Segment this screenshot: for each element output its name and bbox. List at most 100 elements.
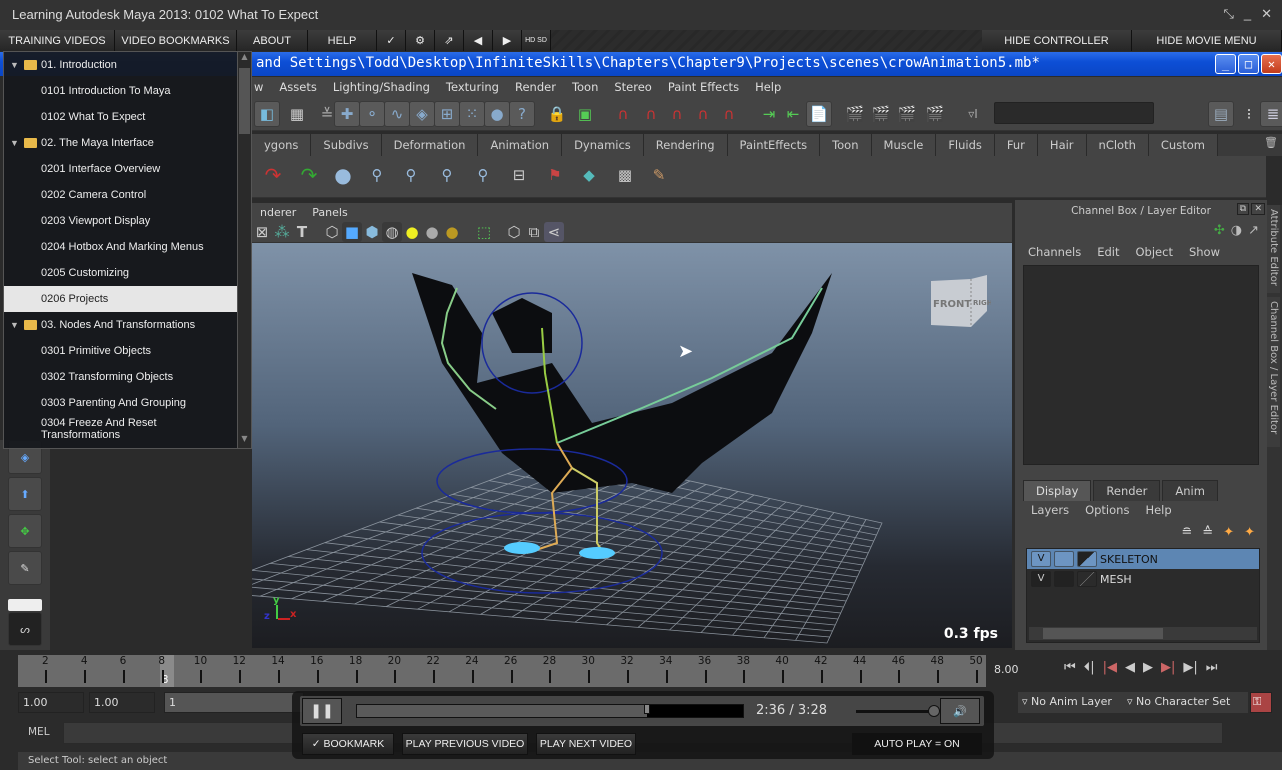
construction-history-icon[interactable]: 📄 bbox=[806, 101, 832, 127]
video-menu-item[interactable]: 0202 Camera Control bbox=[4, 182, 237, 208]
restore-icon[interactable]: ⤡ bbox=[1223, 6, 1233, 22]
select-handles-icon[interactable]: ✚ bbox=[334, 101, 360, 127]
menu-lighting-shading[interactable]: Lighting/Shading bbox=[325, 77, 438, 97]
snap-grid-icon[interactable]: ∩ bbox=[610, 101, 636, 127]
select-curves-icon[interactable]: ∿ bbox=[384, 101, 410, 127]
menu-window-partial[interactable]: w bbox=[252, 77, 271, 97]
maya-maximize-button[interactable]: □ bbox=[1238, 54, 1259, 74]
select-rendering-icon[interactable]: ● bbox=[484, 101, 510, 127]
close-panel-icon[interactable]: ✕ bbox=[1251, 203, 1265, 215]
layer-scroll-thumb[interactable] bbox=[1043, 628, 1163, 639]
next-button[interactable]: ▶ bbox=[493, 30, 522, 51]
menu-show[interactable]: Show bbox=[1189, 245, 1220, 259]
render-current-frame-icon[interactable]: 🎬 bbox=[868, 101, 894, 127]
select-misc-icon[interactable]: ? bbox=[509, 101, 535, 127]
animation-start-field[interactable]: 1.00 bbox=[18, 692, 84, 713]
new-layer-icon[interactable]: ✦ bbox=[1223, 525, 1234, 540]
menu-paint-effects[interactable]: Paint Effects bbox=[660, 77, 747, 97]
xray-icon[interactable]: ⊠ bbox=[252, 222, 272, 242]
select-by-object-icon[interactable]: ▦ bbox=[284, 101, 310, 127]
video-menu-item[interactable]: 0203 Viewport Display bbox=[4, 208, 237, 234]
hyper-icon[interactable]: ↗ bbox=[1248, 223, 1259, 238]
snap-plane-icon[interactable]: ∩ bbox=[690, 101, 716, 127]
shelf-tab-toon[interactable]: Toon bbox=[820, 134, 872, 156]
range-slider[interactable]: 1 bbox=[164, 692, 304, 713]
seek-thumb[interactable] bbox=[644, 704, 650, 714]
textured-icon[interactable]: ◍ bbox=[382, 222, 402, 242]
select-surfaces-icon[interactable]: ◈ bbox=[409, 101, 435, 127]
play-backward-icon[interactable]: ◀ bbox=[1125, 660, 1135, 675]
hide-controller-button[interactable]: HIDE CONTROLLER bbox=[982, 30, 1132, 51]
layer-row-mesh[interactable]: V MESH bbox=[1027, 569, 1259, 589]
video-menu-folder[interactable]: ▼ 01. Introduction bbox=[4, 52, 237, 78]
video-menu-folder[interactable]: ▼ 02. The Maya Interface bbox=[4, 130, 237, 156]
menu-stereo[interactable]: Stereo bbox=[606, 77, 659, 97]
menu-toon[interactable]: Toon bbox=[564, 77, 606, 97]
video-menu-item[interactable]: 0102 What To Expect bbox=[4, 104, 237, 130]
select-dynamics-icon[interactable]: ⁙ bbox=[459, 101, 485, 127]
smooth-bind-icon[interactable]: ⚑ bbox=[542, 162, 568, 188]
hide-movie-menu-button[interactable]: HIDE MOVIE MENU bbox=[1132, 30, 1282, 51]
rotate-tool-icon[interactable]: ⬆ bbox=[8, 477, 42, 511]
volume-slider[interactable] bbox=[856, 705, 940, 717]
seek-bar[interactable] bbox=[356, 704, 744, 718]
soft-mod-tool-icon[interactable]: ✎ bbox=[8, 551, 42, 585]
shelf-tab-ncloth[interactable]: nCloth bbox=[1086, 134, 1149, 156]
snap-point-icon[interactable]: ∩ bbox=[664, 101, 690, 127]
tab-attribute-editor[interactable]: Attribute Editor bbox=[1267, 205, 1280, 293]
tab-display[interactable]: Display bbox=[1023, 480, 1092, 501]
layer-scrollbar[interactable] bbox=[1029, 627, 1257, 640]
shelf-tab-polygons[interactable]: ygons bbox=[252, 134, 312, 156]
popout-button[interactable]: ⇗ bbox=[435, 30, 464, 51]
hd-sd-toggle[interactable]: HD SD bbox=[522, 30, 551, 51]
new-layer-selected-icon[interactable]: ✦ bbox=[1244, 525, 1255, 540]
highlight-selection-icon[interactable]: ▣ bbox=[572, 101, 598, 127]
hierarchy-icon[interactable]: ⊟ bbox=[506, 162, 532, 188]
video-menu-item[interactable]: 0301 Primitive Objects bbox=[4, 338, 237, 364]
shelf-tab-hair[interactable]: Hair bbox=[1037, 134, 1087, 156]
video-menu-item[interactable]: 0302 Transforming Objects bbox=[4, 364, 237, 390]
trash-icon[interactable]: 🗑 bbox=[1260, 134, 1282, 156]
paint-brush-icon[interactable]: ✎ bbox=[646, 162, 672, 188]
default-lighting-icon[interactable]: ● bbox=[402, 222, 422, 242]
video-menu-folder[interactable]: ▼ 03. Nodes And Transformations bbox=[4, 312, 237, 338]
texture-text-icon[interactable]: T bbox=[292, 222, 312, 242]
menu-layer-help[interactable]: Help bbox=[1145, 503, 1171, 517]
shadows-icon[interactable]: ● bbox=[442, 222, 462, 242]
render-settings-icon[interactable]: 🎬 bbox=[922, 101, 948, 127]
playback-start-field[interactable]: 1.00 bbox=[89, 692, 155, 713]
shelf-tab-subdivs[interactable]: Subdivs bbox=[311, 134, 382, 156]
about-button[interactable]: ABOUT bbox=[237, 30, 308, 51]
pause-button[interactable]: ❚❚ bbox=[302, 698, 342, 724]
video-menu-scrollbar[interactable]: ▲ ▼ bbox=[237, 52, 251, 448]
maya-minimize-button[interactable]: _ bbox=[1215, 54, 1236, 74]
video-menu-item[interactable]: 0201 Interface Overview bbox=[4, 156, 237, 182]
previous-button[interactable]: ◀ bbox=[464, 30, 493, 51]
view-cube[interactable]: FRONT RIGHT bbox=[927, 271, 998, 329]
current-frame-field[interactable]: 8.00 bbox=[990, 660, 1058, 680]
smooth-shade-icon[interactable]: ■ bbox=[342, 222, 362, 242]
move-layer-down-icon[interactable]: ≙ bbox=[1202, 525, 1213, 540]
menu-render[interactable]: Render bbox=[507, 77, 564, 97]
layer-color-swatch[interactable] bbox=[1077, 571, 1097, 587]
show-tool-settings-icon[interactable]: ⁝ bbox=[1236, 101, 1262, 127]
wireframe-icon[interactable]: ⬡ bbox=[322, 222, 342, 242]
time-slider[interactable]: 8 2 4 6 8 10 12 14 16 18 20 22 24 26 28 30 32 34 36 38 40 42… bbox=[18, 655, 986, 687]
video-bookmarks-button[interactable]: VIDEO BOOKMARKS bbox=[115, 30, 237, 51]
shelf-tab-animation[interactable]: Animation bbox=[478, 134, 563, 156]
step-back-key-icon[interactable]: |◀ bbox=[1103, 660, 1117, 675]
shelf-tab-muscle[interactable]: Muscle bbox=[871, 134, 937, 156]
viewport-3d[interactable]: FRONT RIGHT ➤ y z x 0.3 fps bbox=[252, 243, 1012, 648]
layer-visibility-toggle[interactable]: V bbox=[1031, 551, 1051, 567]
auto-play-toggle[interactable]: AUTO PLAY = ON bbox=[852, 733, 982, 755]
go-to-start-icon[interactable]: ⏮ bbox=[1064, 660, 1076, 675]
manipulator-icon[interactable]: ✣ bbox=[1214, 223, 1225, 238]
video-menu-item[interactable]: 0204 Hotbox And Marking Menus bbox=[4, 234, 237, 260]
bookmark-check-button[interactable]: ✓ bbox=[377, 30, 406, 51]
orient-joint-icon[interactable]: ⚲ bbox=[470, 162, 496, 188]
wireframe-on-shaded-icon[interactable]: ⬢ bbox=[362, 222, 382, 242]
snap-curve-icon[interactable]: ∩ bbox=[638, 101, 664, 127]
viewport-menu-renderer[interactable]: nderer bbox=[252, 203, 304, 221]
tab-channel-box-layer-editor[interactable]: Channel Box / Layer Editor bbox=[1267, 297, 1280, 447]
play-next-video-button[interactable]: PLAY NEXT VIDEO bbox=[536, 733, 636, 755]
